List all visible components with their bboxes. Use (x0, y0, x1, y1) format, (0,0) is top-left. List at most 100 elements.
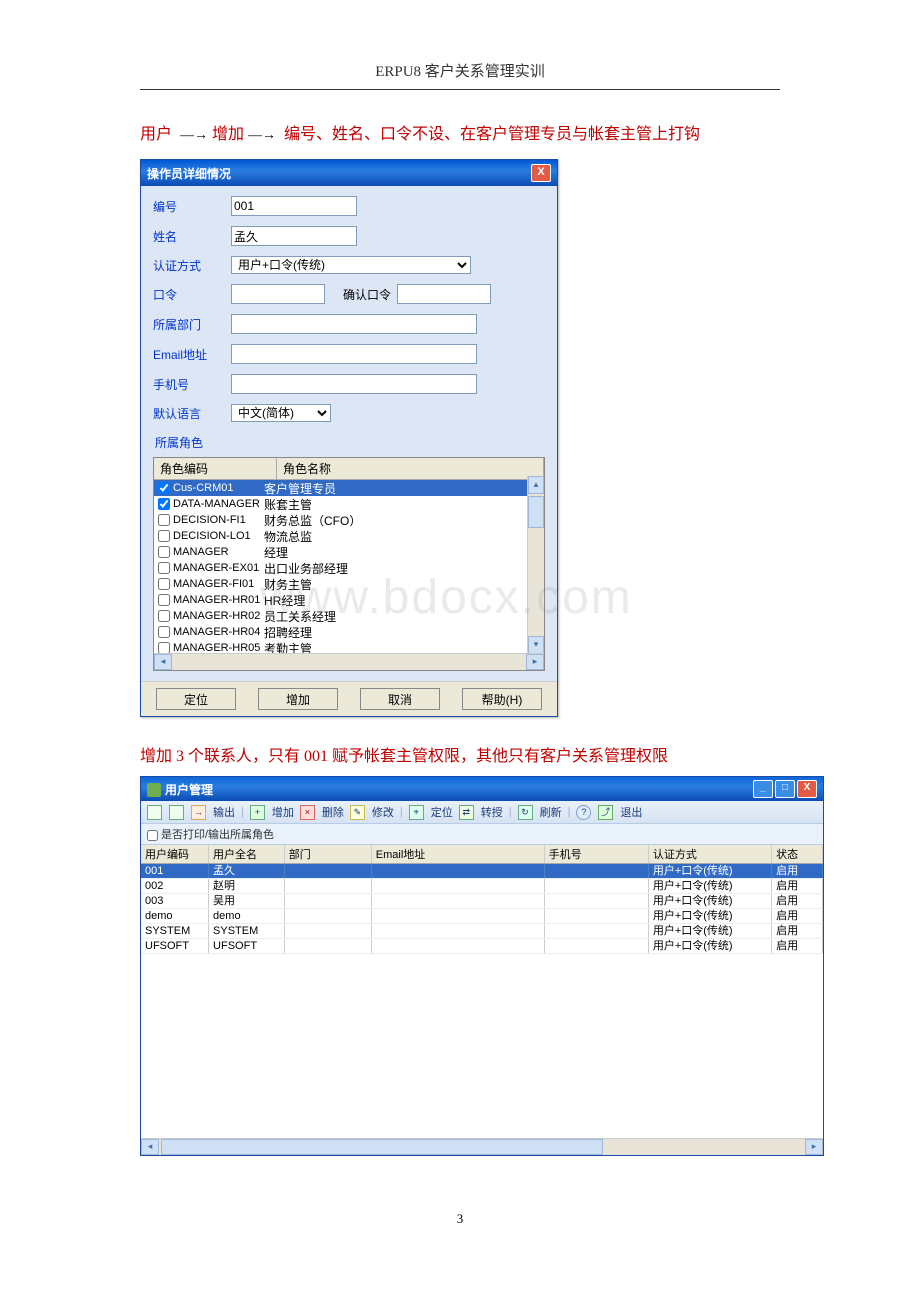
col-dept[interactable]: 部门 (285, 845, 372, 863)
cell-dept (285, 879, 372, 893)
tb-refresh[interactable]: 刷新 (540, 804, 562, 820)
tb-del[interactable]: 删除 (322, 804, 344, 820)
cancel-button[interactable]: 取消 (360, 688, 440, 710)
table-row[interactable]: SYSTEMSYSTEM用户+口令(传统)启用 (141, 924, 823, 939)
tb-export[interactable]: 输出 (213, 804, 235, 820)
role-name-header[interactable]: 角色名称 (277, 458, 544, 479)
minimize-icon[interactable]: _ (753, 780, 773, 798)
col-email[interactable]: Email地址 (372, 845, 545, 863)
role-code-header[interactable]: 角色编码 (154, 458, 277, 479)
help-icon[interactable]: ? (576, 805, 591, 820)
exit-icon[interactable]: ⤴ (598, 805, 613, 820)
cell-usercode: 001 (141, 864, 209, 878)
role-checkbox[interactable] (158, 594, 170, 606)
pw-input[interactable] (231, 284, 325, 304)
refresh-icon[interactable]: ↻ (518, 805, 533, 820)
role-row[interactable]: MANAGER-HR04招聘经理 (154, 624, 544, 640)
add-icon[interactable]: + (250, 805, 265, 820)
scroll-right-icon[interactable]: ▸ (526, 654, 544, 670)
table-row[interactable]: UFSOFTUFSOFT用户+口令(传统)启用 (141, 939, 823, 954)
horizontal-scrollbar[interactable]: ◂ ▸ (141, 1138, 823, 1155)
tb-exit[interactable]: 退出 (620, 804, 642, 820)
help-button[interactable]: 帮助(H) (462, 688, 542, 710)
cell-phone (545, 894, 649, 908)
role-row[interactable]: DECISION-FI1财务总监（CFO） (154, 512, 544, 528)
role-row[interactable]: DECISION-LO1物流总监 (154, 528, 544, 544)
role-checkbox[interactable] (158, 610, 170, 622)
scroll-down-icon[interactable]: ▾ (528, 636, 544, 654)
horizontal-scrollbar[interactable]: ◂ ▸ (154, 653, 544, 670)
role-checkbox[interactable] (158, 514, 170, 526)
close-icon[interactable]: X (797, 780, 817, 798)
cell-auth: 用户+口令(传统) (649, 939, 772, 953)
role-row[interactable]: MANAGER-HR01HR经理 (154, 592, 544, 608)
col-fullname[interactable]: 用户全名 (209, 845, 285, 863)
export-icon[interactable]: → (191, 805, 206, 820)
table-row[interactable]: 002赵明用户+口令(传统)启用 (141, 879, 823, 894)
tb-transfer[interactable]: 转授 (481, 804, 503, 820)
role-checkbox[interactable] (158, 578, 170, 590)
scroll-left-icon[interactable]: ◂ (141, 1139, 159, 1155)
role-name: 财务总监（CFO） (264, 512, 542, 529)
role-checkbox[interactable] (158, 546, 170, 558)
locate-button[interactable]: 定位 (156, 688, 236, 710)
id-input[interactable] (231, 196, 357, 216)
edit-icon[interactable]: ✎ (350, 805, 365, 820)
role-checkbox[interactable] (158, 482, 170, 494)
table-row[interactable]: 003吴用用户+口令(传统)启用 (141, 894, 823, 909)
role-row[interactable]: MANAGER经理 (154, 544, 544, 560)
delete-icon[interactable]: × (300, 805, 315, 820)
print-icon[interactable] (147, 805, 162, 820)
email-input[interactable] (231, 344, 477, 364)
tb-locate[interactable]: 定位 (431, 804, 453, 820)
vertical-scrollbar[interactable]: ▴ ▾ (527, 476, 544, 654)
arrow-icon: —→ (248, 128, 276, 143)
role-code: MANAGER-FI01 (173, 578, 254, 590)
role-name: 员工关系经理 (264, 608, 542, 625)
win2-title-text: 用户管理 (165, 783, 213, 797)
maximize-icon[interactable]: □ (775, 780, 795, 798)
role-row[interactable]: MANAGER-EX01出口业务部经理 (154, 560, 544, 576)
cell-fullname: demo (209, 909, 285, 923)
lang-select[interactable]: 中文(简体) (231, 404, 331, 422)
name-input[interactable] (231, 226, 357, 246)
col-status[interactable]: 状态 (772, 845, 823, 863)
role-row[interactable]: Cus-CRM01客户管理专员 (154, 480, 544, 496)
scroll-thumb[interactable] (161, 1139, 603, 1155)
preview-icon[interactable] (169, 805, 184, 820)
role-row[interactable]: DATA-MANAGER账套主管 (154, 496, 544, 512)
scroll-thumb[interactable] (528, 496, 544, 528)
phone-input[interactable] (231, 374, 477, 394)
table-row[interactable]: 001孟久用户+口令(传统)启用 (141, 864, 823, 879)
role-checkbox[interactable] (158, 626, 170, 638)
cell-usercode: 002 (141, 879, 209, 893)
add-button[interactable]: 增加 (258, 688, 338, 710)
scroll-right-icon[interactable]: ▸ (805, 1139, 823, 1155)
role-checkbox[interactable] (158, 530, 170, 542)
instr1-p2: 增加 (212, 126, 244, 143)
col-phone[interactable]: 手机号 (545, 845, 649, 863)
table-row[interactable]: demodemo用户+口令(传统)启用 (141, 909, 823, 924)
scroll-left-icon[interactable]: ◂ (154, 654, 172, 670)
print-roles-checkbox[interactable] (147, 830, 158, 841)
col-auth[interactable]: 认证方式 (649, 845, 772, 863)
roles-grid: 角色编码 角色名称 Cus-CRM01客户管理专员DATA-MANAGER账套主… (153, 457, 545, 671)
cell-usercode: UFSOFT (141, 939, 209, 953)
lang-label: 默认语言 (153, 405, 231, 422)
role-row[interactable]: MANAGER-FI01财务主管 (154, 576, 544, 592)
role-checkbox[interactable] (158, 562, 170, 574)
tb-edit[interactable]: 修改 (372, 804, 394, 820)
pw2-input[interactable] (397, 284, 491, 304)
scroll-up-icon[interactable]: ▴ (528, 476, 544, 494)
tb-add[interactable]: 增加 (272, 804, 294, 820)
locate-icon[interactable]: ⌖ (409, 805, 424, 820)
dept-input[interactable] (231, 314, 477, 334)
close-icon[interactable]: X (531, 164, 551, 182)
transfer-icon[interactable]: ⇄ (459, 805, 474, 820)
cell-usercode: demo (141, 909, 209, 923)
col-usercode[interactable]: 用户编码 (141, 845, 209, 863)
role-checkbox[interactable] (158, 498, 170, 510)
pw-label: 口令 (153, 286, 231, 303)
role-row[interactable]: MANAGER-HR02员工关系经理 (154, 608, 544, 624)
auth-select[interactable]: 用户+口令(传统) (231, 256, 471, 274)
